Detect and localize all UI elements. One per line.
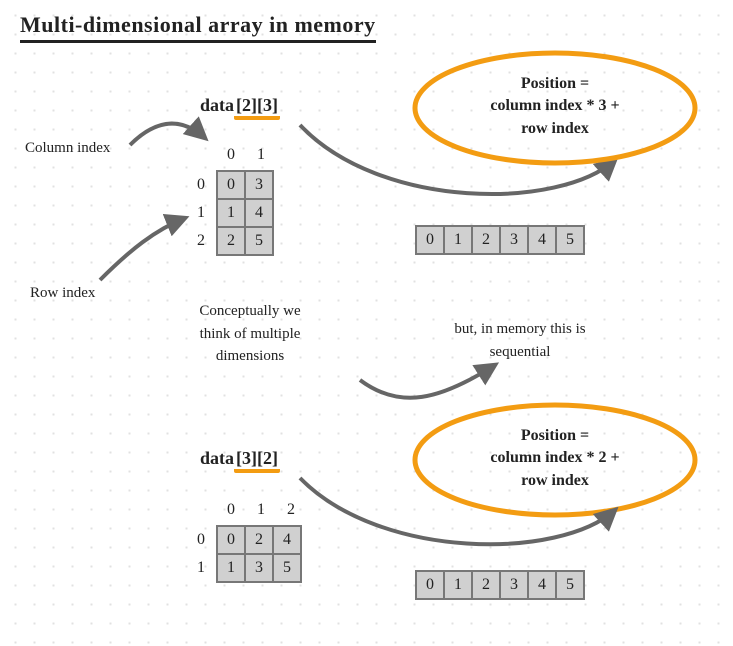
row-index-label: Row index <box>30 285 95 302</box>
grid1-cell: 1 <box>216 198 246 228</box>
grid2-cell: 3 <box>244 553 274 583</box>
memory1-cell: 5 <box>555 225 585 255</box>
grid1-row-header: 2 <box>186 226 216 256</box>
memory1-cell: 2 <box>471 225 501 255</box>
grid2-col-headers: 0 1 2 <box>216 495 306 525</box>
grid1-row-header: 0 <box>186 170 216 200</box>
formula1-line1: Position = <box>455 73 655 95</box>
decl2-bracket: [3][2] <box>234 448 280 473</box>
memory1-cell: 0 <box>415 225 445 255</box>
formula2-line1: Position = <box>455 425 655 447</box>
decl1-prefix: data <box>200 95 234 115</box>
formula1-line3: row index <box>455 118 655 140</box>
declaration-2: data[3][2] <box>200 448 280 473</box>
grid1-col-headers: 0 1 <box>216 140 276 170</box>
formula2-line3: row index <box>455 470 655 492</box>
grid2-cell: 0 <box>216 525 246 555</box>
conceptual-line3: dimensions <box>150 345 350 368</box>
grid2-cell: 1 <box>216 553 246 583</box>
decl1-bracket: [2][3] <box>234 95 280 120</box>
memory2-cell: 4 <box>527 570 557 600</box>
grid1-cell: 2 <box>216 226 246 256</box>
memory1-cell: 3 <box>499 225 529 255</box>
grid1-col-header: 0 <box>216 140 246 170</box>
formula-1: Position = column index * 3 + row index <box>455 73 655 140</box>
memory2-cell: 3 <box>499 570 529 600</box>
conceptual-line2: think of multiple <box>150 323 350 346</box>
memory-row-2: 0 1 2 3 4 5 <box>415 570 585 600</box>
grid1-row-headers: 0 1 2 <box>186 170 216 256</box>
conceptual-caption: Conceptually we think of multiple dimens… <box>150 300 350 368</box>
grid2-row-headers: 0 1 <box>186 525 216 583</box>
conceptual-line1: Conceptually we <box>150 300 350 323</box>
grid1-col-header: 1 <box>246 140 276 170</box>
memory1-cell: 4 <box>527 225 557 255</box>
grid1-cell: 4 <box>244 198 274 228</box>
grid2-cell: 5 <box>272 553 302 583</box>
grid1-cell: 5 <box>244 226 274 256</box>
decl2-prefix: data <box>200 448 234 468</box>
grid2-cell: 4 <box>272 525 302 555</box>
grid2-col-header: 0 <box>216 495 246 525</box>
grid1-cell: 3 <box>244 170 274 200</box>
memory2-cell: 2 <box>471 570 501 600</box>
grid2-row-header: 0 <box>186 525 216 555</box>
memory1-cell: 1 <box>443 225 473 255</box>
memory-line1: but, in memory this is <box>420 318 620 341</box>
grid1-row-header: 1 <box>186 198 216 228</box>
grid2-col-header: 2 <box>276 495 306 525</box>
grid2-cell: 2 <box>244 525 274 555</box>
formula2-line2: column index * 2 + <box>455 447 655 469</box>
grid2: 0 2 4 1 3 5 <box>216 525 302 583</box>
memory2-cell: 0 <box>415 570 445 600</box>
memory-row-1: 0 1 2 3 4 5 <box>415 225 585 255</box>
memory2-cell: 5 <box>555 570 585 600</box>
formula1-line2: column index * 3 + <box>455 95 655 117</box>
grid1-cell: 0 <box>216 170 246 200</box>
memory2-cell: 1 <box>443 570 473 600</box>
formula-2: Position = column index * 2 + row index <box>455 425 655 492</box>
grid2-col-header: 1 <box>246 495 276 525</box>
memory-caption: but, in memory this is sequential <box>420 318 620 363</box>
memory-line2: sequential <box>420 341 620 364</box>
grid1: 0 3 1 4 2 5 <box>216 170 274 256</box>
declaration-1: data[2][3] <box>200 95 280 120</box>
grid2-row-header: 1 <box>186 553 216 583</box>
page-title: Multi-dimensional array in memory <box>20 12 376 43</box>
column-index-label: Column index <box>25 140 110 157</box>
